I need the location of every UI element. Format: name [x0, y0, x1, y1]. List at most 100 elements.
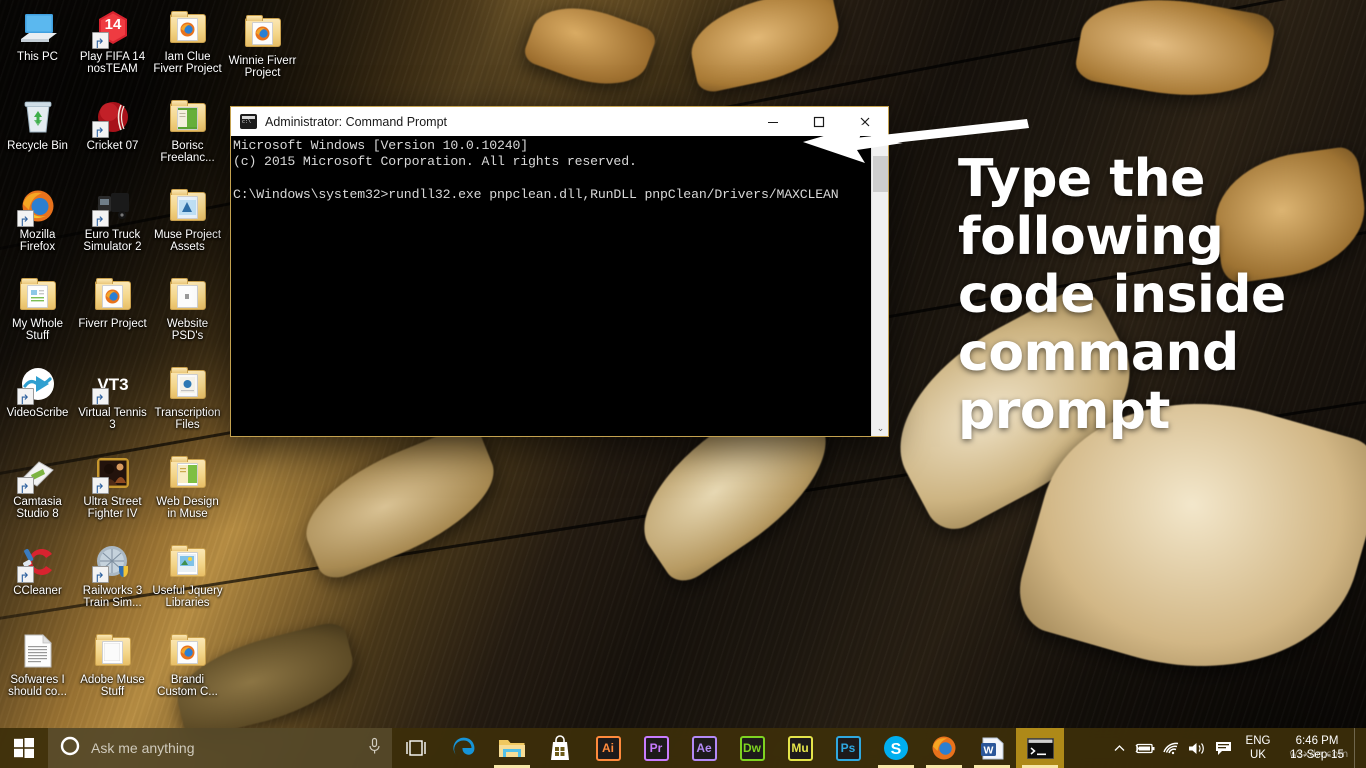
taskbar-app-photoshop[interactable]: Ps [824, 728, 872, 768]
illustrator-icon: Ai [595, 735, 621, 761]
taskbar-app-illustrator[interactable]: Ai [584, 728, 632, 768]
folder-docs-icon [18, 275, 58, 315]
folder-green-doc-icon [168, 97, 208, 137]
image-watermark: wsxdn.com [1289, 749, 1349, 760]
window-title: Administrator: Command Prompt [265, 114, 448, 129]
desktop-icon-ultra-street-fighter-iv[interactable]: Ultra Street Fighter IV [75, 449, 150, 538]
desktop-icon-mozilla-firefox[interactable]: Mozilla Firefox [0, 182, 75, 271]
search-input[interactable]: Ask me anything [48, 728, 392, 768]
taskbar-app-after-effects[interactable]: Ae [680, 728, 728, 768]
desktop-icon-label: Borisc Freelanc... [160, 140, 215, 165]
start-button[interactable] [0, 728, 48, 768]
dreamweaver-icon: Dw [739, 735, 765, 761]
taskbar-app-word[interactable]: W [968, 728, 1016, 768]
taskbar-app-premiere[interactable]: Pr [632, 728, 680, 768]
folder-plain-icon [168, 275, 208, 315]
action-center-icon[interactable] [1210, 728, 1236, 768]
desktop-icon-website-psds[interactable]: Website PSD's [150, 271, 225, 360]
recycle-bin-icon [18, 97, 58, 137]
language-indicator[interactable]: ENG UK [1236, 728, 1280, 768]
minimize-button[interactable] [750, 107, 796, 136]
svg-text:S: S [891, 741, 902, 758]
after-effects-icon: Ae [691, 735, 717, 761]
desktop-icon-brandi-custom-c[interactable]: Brandi Custom C... [150, 627, 225, 716]
taskbar-app-command-prompt[interactable] [1016, 728, 1064, 768]
scroll-down-chevron-icon[interactable]: ⌄ [872, 424, 889, 434]
desktop-icon-label: Camtasia Studio 8 [13, 496, 62, 521]
desktop-icon-muse-project-assets[interactable]: Muse Project Assets [150, 182, 225, 271]
folder-jquery-icon [168, 542, 208, 582]
desktop-icon-virtual-tennis-3[interactable]: VT3 Virtual Tennis 3 [75, 360, 150, 449]
taskbar-app-edge[interactable] [440, 728, 488, 768]
clock[interactable]: 6:46 PM 13-Sep-15 wsxdn.com [1280, 728, 1354, 768]
folder-transcription-icon [168, 364, 208, 404]
desktop-icon-cricket-07[interactable]: Cricket 07 [75, 93, 150, 182]
microphone-icon[interactable] [367, 737, 382, 760]
system-tray: ENG UK 6:46 PM 13-Sep-15 wsxdn.com [1106, 728, 1366, 768]
language-line-2: UK [1250, 749, 1266, 761]
svg-text:14: 14 [104, 16, 121, 33]
taskbar-app-muse[interactable]: Mu [776, 728, 824, 768]
desktop-icon-label: Transcription Files [154, 407, 221, 432]
desktop[interactable]: This PC 14 Play FIFA 14 nosTEAM [0, 0, 1366, 768]
desktop-icon-adobe-muse-stuff[interactable]: Adobe Muse Stuff [75, 627, 150, 716]
desktop-icon-railworks-3-train-sim[interactable]: Railworks 3 Train Sim... [75, 538, 150, 627]
command-prompt-window[interactable]: Administrator: Command Prompt Microsoft … [230, 106, 889, 437]
taskbar-app-file-explorer[interactable] [488, 728, 536, 768]
desktop-icon-borisc-freelanc[interactable]: Borisc Freelanc... [150, 93, 225, 182]
cricket-07-icon [91, 97, 133, 138]
desktop-icon-label: CCleaner [13, 585, 62, 597]
battery-icon[interactable] [1132, 728, 1158, 768]
wifi-icon[interactable] [1158, 728, 1184, 768]
desktop-icon-camtasia-studio-8[interactable]: Camtasia Studio 8 [0, 449, 75, 538]
desktop-icon-this-pc[interactable]: This PC [0, 4, 75, 93]
desktop-icon-label: Cricket 07 [86, 140, 139, 152]
desktop-icon-videoscribe[interactable]: VideoScribe [0, 360, 75, 449]
scrollbar-thumb[interactable] [873, 156, 888, 192]
videoscribe-icon [16, 364, 58, 405]
desktop-icon-web-design-in-muse[interactable]: Web Design in Muse [150, 449, 225, 538]
command-prompt-body[interactable]: Microsoft Windows [Version 10.0.10240] (… [231, 136, 888, 436]
desktop-icon-iam-clue-fiverr-project[interactable]: Iam Clue Fiverr Project [150, 4, 225, 93]
desktop-icon-useful-jquery-libraries[interactable]: Useful Jquery Libraries [150, 538, 225, 627]
ccleaner-icon [16, 542, 58, 583]
desktop-icon-label: This PC [17, 51, 58, 63]
close-button[interactable] [842, 107, 888, 136]
this-pc-icon [18, 8, 58, 48]
premiere-icon: Pr [643, 735, 669, 761]
console-scrollbar[interactable]: ⌄ [871, 136, 888, 436]
desktop-icon-label: My Whole Stuff [11, 318, 64, 343]
console-output[interactable]: Microsoft Windows [Version 10.0.10240] (… [231, 136, 871, 436]
taskbar-app-firefox[interactable] [920, 728, 968, 768]
maximize-button[interactable] [796, 107, 842, 136]
taskbar-app-dreamweaver[interactable]: Dw [728, 728, 776, 768]
desktop-icon-label: Brandi Custom C... [157, 674, 218, 699]
desktop-icon-label: Virtual Tennis 3 [78, 407, 147, 432]
desktop-icon-label: Fiverr Project [78, 318, 147, 330]
desktop-icon-sofwares-i-should-co[interactable]: Sofwares I should co... [0, 627, 75, 716]
text-document-icon [18, 631, 58, 671]
cortana-circle-icon [60, 736, 80, 761]
command-prompt-icon [240, 114, 257, 129]
taskbar[interactable]: Ask me anything Ai Pr Ae Dw Mu Ps S W EN… [0, 728, 1366, 768]
desktop-icon-winnie-fiverr-project[interactable]: Winnie Fiverr Project [225, 8, 300, 80]
task-view-button[interactable] [392, 728, 440, 768]
speaker-icon[interactable] [1184, 728, 1210, 768]
desktop-icon-my-whole-stuff[interactable]: My Whole Stuff [0, 271, 75, 360]
railworks-icon [91, 542, 133, 583]
desktop-icon-transcription-files[interactable]: Transcription Files [150, 360, 225, 449]
taskbar-app-store[interactable] [536, 728, 584, 768]
desktop-icon-ccleaner[interactable]: CCleaner [0, 538, 75, 627]
svg-text:VT3: VT3 [97, 375, 128, 394]
muse-icon: Mu [787, 735, 813, 761]
photoshop-icon: Ps [835, 735, 861, 761]
command-prompt-titlebar[interactable]: Administrator: Command Prompt [231, 107, 888, 136]
desktop-icon-recycle-bin[interactable]: Recycle Bin [0, 93, 75, 182]
desktop-icon-label: VideoScribe [6, 407, 69, 419]
desktop-icon-fiverr-project[interactable]: Fiverr Project [75, 271, 150, 360]
desktop-icon-play-fifa-14-nosteam[interactable]: 14 Play FIFA 14 nosTEAM [75, 4, 150, 93]
street-fighter-icon [91, 453, 133, 494]
taskbar-app-skype[interactable]: S [872, 728, 920, 768]
chevron-up-icon[interactable] [1106, 728, 1132, 768]
desktop-icon-euro-truck-simulator-2[interactable]: Euro Truck Simulator 2 [75, 182, 150, 271]
